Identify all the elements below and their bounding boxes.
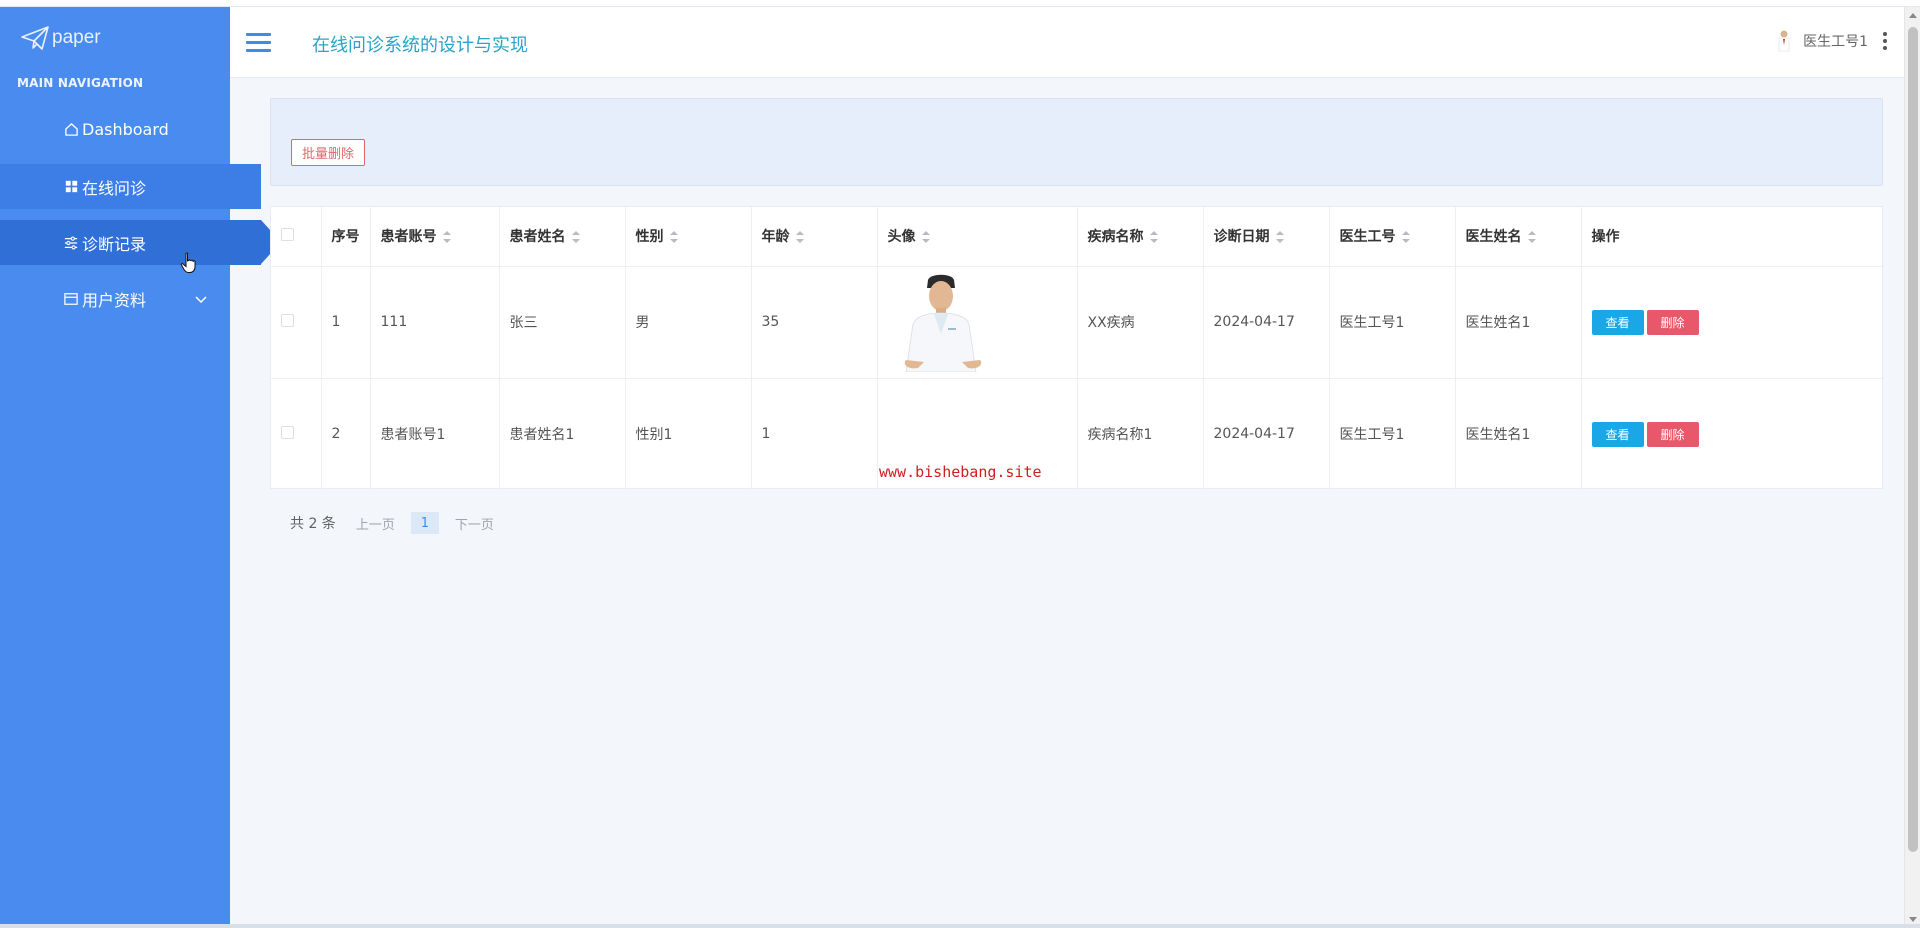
cell-age: 1 [751,378,878,490]
table-header-row: 序号 患者账号 患者姓名 性别 年龄 头像 疾病名称 诊断日期 医生工号 医生姓… [271,207,1884,267]
select-all-checkbox[interactable] [281,227,294,241]
sort-icon[interactable] [571,231,580,244]
column-header[interactable]: 医生工号 [1329,207,1456,267]
bottom-edge [0,924,1920,928]
delete-button[interactable]: 删除 [1646,309,1699,335]
sidebar-item-label: 诊断记录 [82,234,147,254]
cell-age: 35 [751,266,878,379]
table-row: 2 患者账号1 患者姓名1 性别1 1 疾病名称1 2024-04-17 医生工… [271,378,1884,490]
column-header[interactable]: 患者账号 [370,207,500,267]
prev-page-button[interactable]: 上一页 [356,514,395,533]
chevron-down-icon [195,296,207,304]
sort-icon[interactable] [1149,231,1158,244]
column-header[interactable]: 年龄 [751,207,878,267]
sidebar-item-diagnosis-records[interactable]: 诊断记录 [0,220,281,265]
pagination: 共 2 条 上一页 1 下一页 [290,512,510,534]
row-select-cell[interactable] [271,266,322,379]
column-header[interactable]: 疾病名称 [1077,207,1204,267]
cell-disease: 疾病名称1 [1077,378,1204,490]
scroll-up-arrow-icon[interactable] [1909,13,1917,18]
pagination-total: 共 2 条 [290,516,336,532]
sidebar-item-dashboard[interactable]: Dashboard [0,107,230,152]
home-icon [63,122,79,138]
sort-icon[interactable] [921,231,930,244]
cell-index: 1 [321,266,371,379]
column-header: 操作 [1581,207,1884,267]
more-vertical-icon[interactable] [1882,32,1888,50]
hand-cursor-icon [180,252,196,273]
sort-icon[interactable] [442,231,451,244]
logo-text: paper [52,27,101,48]
page-title: 在线问诊系统的设计与实现 [312,35,528,56]
logo[interactable]: paper [20,23,101,53]
batch-delete-button[interactable]: 批量删除 [291,139,366,166]
select-all-cell[interactable] [271,207,322,267]
cell-index: 2 [321,378,371,490]
menu-toggle-icon[interactable] [246,33,271,53]
table-row: 1 111 张三 男 35 XX疾病 2024-04-17 医生工号1 医生姓名… [271,266,1884,379]
cell-account: 111 [370,266,500,379]
page-number-current[interactable]: 1 [410,512,439,534]
row-checkbox[interactable] [281,313,294,327]
action-toolbar: 批量删除 [270,98,1883,186]
cell-account: 患者账号1 [370,378,500,490]
column-header[interactable]: 患者姓名 [499,207,626,267]
cell-doctor-name: 医生姓名1 [1455,266,1582,379]
user-menu[interactable]: 医生工号1 [1775,29,1888,53]
grid-icon [63,179,79,195]
page-scrollbar[interactable] [1904,7,1920,928]
cell-doctor-id: 医生工号1 [1329,266,1456,379]
column-header[interactable]: 诊断日期 [1203,207,1330,267]
column-header: 序号 [321,207,371,267]
paper-plane-icon [21,26,49,50]
sort-icon[interactable] [1527,231,1536,244]
sliders-icon [63,235,79,251]
view-button[interactable]: 查看 [1591,309,1644,335]
cell-actions: 查看 删除 [1581,378,1884,490]
sort-icon[interactable] [669,231,678,244]
cell-name: 张三 [499,266,626,379]
window-top-edge [0,0,1920,7]
top-header: 在线问诊系统的设计与实现 医生工号1 [230,7,1904,78]
sidebar: paper MAIN NAVIGATION Dashboard 在线问诊 诊断记… [0,7,281,928]
row-select-cell[interactable] [271,378,322,490]
sidebar-item-label: 用户资料 [82,290,147,310]
nav-heading: MAIN NAVIGATION [17,76,144,90]
cell-doctor-name: 医生姓名1 [1455,378,1582,490]
id-card-icon [63,291,79,307]
user-name: 医生工号1 [1803,34,1868,50]
avatar [1778,30,1790,52]
cell-disease: XX疾病 [1077,266,1204,379]
sort-icon[interactable] [1401,231,1410,244]
row-checkbox[interactable] [281,425,294,439]
next-page-button[interactable]: 下一页 [455,514,494,533]
sort-icon[interactable] [795,231,804,244]
cell-doctor-id: 医生工号1 [1329,378,1456,490]
sidebar-item-label: Dashboard [82,120,169,139]
column-header[interactable]: 头像 [877,207,1078,267]
sort-icon[interactable] [1275,231,1284,244]
cell-gender: 性别1 [625,378,752,490]
scroll-down-arrow-icon[interactable] [1909,917,1917,922]
cell-actions: 查看 删除 [1581,266,1884,379]
delete-button[interactable]: 删除 [1646,421,1699,447]
cell-name: 患者姓名1 [499,378,626,490]
scroll-thumb[interactable] [1908,27,1918,852]
patient-avatar-image [897,272,988,372]
column-header[interactable]: 医生姓名 [1455,207,1582,267]
view-button[interactable]: 查看 [1591,421,1644,447]
cell-gender: 男 [625,266,752,379]
column-header[interactable]: 性别 [625,207,752,267]
cell-avatar [877,266,1078,379]
records-table: 序号 患者账号 患者姓名 性别 年龄 头像 疾病名称 诊断日期 医生工号 医生姓… [270,206,1884,490]
sidebar-item-online-consult[interactable]: 在线问诊 [0,164,261,209]
watermark-text: www.bishebang.site [879,463,1042,481]
sidebar-item-label: 在线问诊 [82,178,147,198]
sidebar-item-user-profile[interactable]: 用户资料 [0,276,230,321]
cell-date: 2024-04-17 [1203,266,1330,379]
cell-date: 2024-04-17 [1203,378,1330,490]
